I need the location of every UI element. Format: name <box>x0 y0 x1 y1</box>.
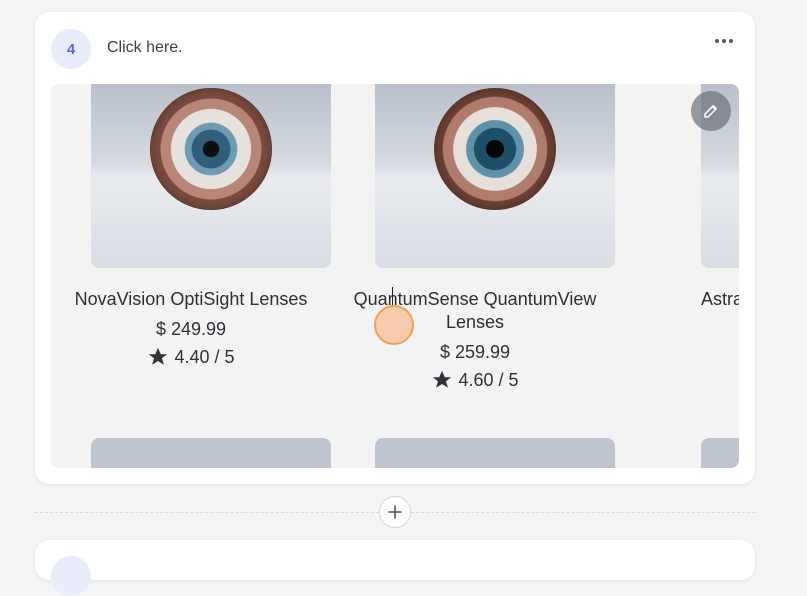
screenshot-preview: NovaVision OptiSight Lenses $ 249.99 4.4… <box>51 84 739 468</box>
plus-icon <box>388 505 402 519</box>
eye-image <box>150 88 272 210</box>
add-step-button[interactable] <box>379 496 411 528</box>
next-step-card <box>35 540 755 596</box>
product-price: $ 249.99 <box>155 319 227 339</box>
product-image-next-row <box>91 438 331 468</box>
star-icon <box>149 347 168 365</box>
rating-value: 4.60 / 5 <box>458 369 519 390</box>
click-indicator <box>374 305 414 345</box>
next-step-badge <box>51 556 91 596</box>
pencil-icon[interactable] <box>691 91 731 131</box>
product-image-next-row <box>701 438 739 468</box>
star-icon <box>433 370 452 388</box>
step-number-badge: 4 <box>51 29 91 69</box>
product-image <box>375 84 615 268</box>
product-card[interactable]: QuantumSense QuantumView Lenses $ 259.99… <box>335 84 615 468</box>
product-image <box>91 84 331 268</box>
product-image-next-row <box>375 438 615 468</box>
step-card: 4 Click here. NovaVision OptiSight Lense… <box>35 12 755 484</box>
product-card[interactable]: NovaVision OptiSight Lenses $ 249.99 4.4… <box>51 84 331 468</box>
step-title[interactable]: Click here. <box>107 39 183 57</box>
product-price: $ 259.99 <box>439 342 511 362</box>
text-cursor <box>392 287 393 307</box>
product-name[interactable]: NovaVision OptiSight Lenses <box>51 288 331 311</box>
product-rating: 4.60 / 5 <box>335 369 615 391</box>
rating-value: 4.40 / 5 <box>174 346 235 367</box>
eye-image <box>434 88 556 210</box>
product-rating: 4.40 / 5 <box>51 346 331 368</box>
product-name[interactable]: Astra <box>619 288 739 311</box>
more-options-icon[interactable] <box>707 30 741 52</box>
